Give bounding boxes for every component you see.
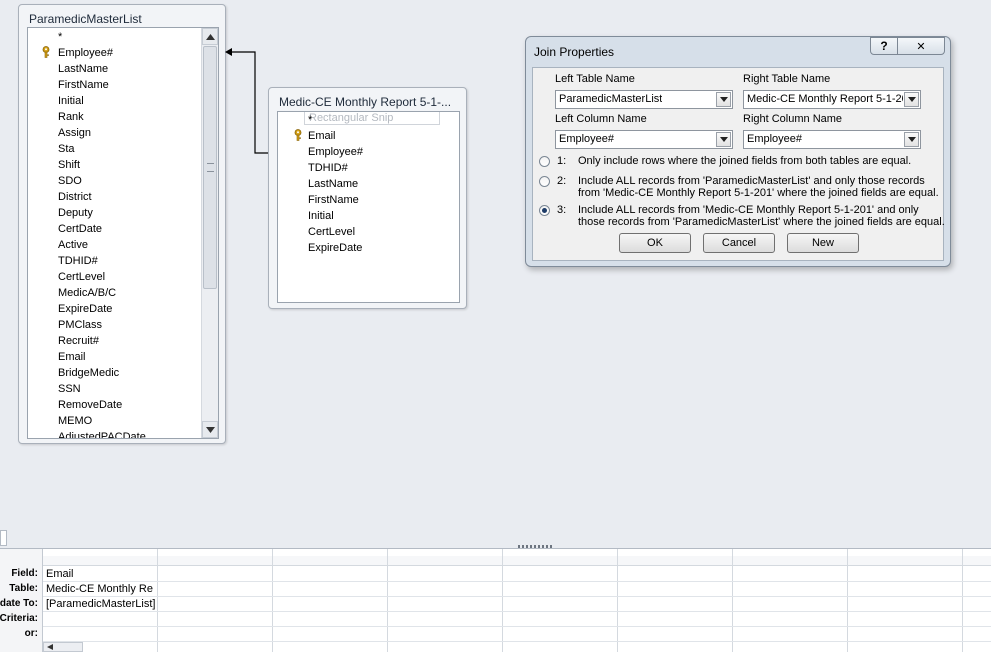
close-button[interactable]: ✕ <box>897 37 945 55</box>
grid-column-divider <box>157 549 158 652</box>
grid-row-divider <box>43 596 991 597</box>
option-text: Include ALL records from 'ParamedicMaste… <box>578 175 939 199</box>
field-list[interactable]: Rectangular Snip * Email Employee# TDHID# La… <box>277 111 460 303</box>
grid-column-divider <box>732 549 733 652</box>
grid-column-divider <box>272 549 273 652</box>
left-column-select[interactable]: Employee# <box>555 130 733 149</box>
dropdown-arrow-icon[interactable] <box>904 92 919 107</box>
row-label-column: Field: Table: date To: Criteria: or: <box>0 549 43 652</box>
right-table-label: Right Table Name <box>743 73 831 85</box>
dialog-title: Join Properties <box>534 45 615 59</box>
grid-row-divider <box>43 581 991 582</box>
dropdown-arrow-icon[interactable] <box>716 92 731 107</box>
field-item[interactable]: Employee# <box>308 144 363 160</box>
field-item[interactable]: LastName <box>308 176 358 192</box>
row-label-criteria: Criteria: <box>0 613 38 624</box>
dropdown-arrow-icon[interactable] <box>716 132 731 147</box>
grid-table-cell[interactable]: Medic-CE Monthly Re <box>46 583 156 595</box>
row-label-table: Table: <box>9 583 38 594</box>
right-column-label: Right Column Name <box>743 113 843 125</box>
join-properties-dialog: Join Properties ? ✕ Left Table Name Righ… <box>525 36 951 267</box>
help-icon: ? <box>880 39 888 53</box>
table-medic-ce-monthly-report[interactable]: Medic-CE Monthly Report 5-1-... Rectangu… <box>268 87 467 309</box>
right-column-select[interactable]: Employee# <box>743 130 921 149</box>
snip-ghost-text: Rectangular Snip <box>304 112 440 125</box>
option-number: 1: <box>557 155 567 167</box>
row-label-field: Field: <box>11 568 38 579</box>
table-title: Medic-CE Monthly Report 5-1-... <box>279 95 452 109</box>
grid-column-divider <box>387 549 388 652</box>
primary-key-icon <box>293 129 303 141</box>
combo-value: Medic-CE Monthly Report 5-1-20 <box>747 93 903 105</box>
left-table-select[interactable]: ParamedicMasterList <box>555 90 733 109</box>
grid-field-cell[interactable]: Email <box>46 568 156 580</box>
cancel-button[interactable]: Cancel <box>703 233 775 253</box>
hscroll-stub[interactable] <box>0 530 7 546</box>
grid-row-divider <box>43 611 991 612</box>
grid-update-to-cell[interactable]: [ParamedicMasterList] <box>46 598 156 610</box>
field-item[interactable]: Email <box>308 128 336 144</box>
join-option-1-radio[interactable] <box>539 156 550 167</box>
grid-column-divider <box>962 549 963 652</box>
option-text: Only include rows where the joined field… <box>578 155 912 167</box>
option-number: 2: <box>557 175 567 187</box>
ok-button[interactable]: OK <box>619 233 691 253</box>
grid-column-divider <box>502 549 503 652</box>
join-option-3-radio[interactable] <box>539 205 550 216</box>
grid-column-divider <box>617 549 618 652</box>
row-label-update-to: date To: <box>0 598 38 609</box>
combo-value: Employee# <box>747 133 803 145</box>
grid-row-divider <box>43 626 991 627</box>
column-selector-bar[interactable] <box>43 556 991 566</box>
help-button[interactable]: ? <box>870 37 898 55</box>
dialog-body: Left Table Name Right Table Name Paramed… <box>532 67 945 261</box>
arrow-left-icon <box>47 644 53 650</box>
join-option-2-radio[interactable] <box>539 176 550 187</box>
row-label-or: or: <box>24 628 38 639</box>
field-item[interactable]: FirstName <box>308 192 359 208</box>
all-fields-item[interactable]: * <box>308 112 312 128</box>
new-button[interactable]: New <box>787 233 859 253</box>
field-item[interactable]: TDHID# <box>308 160 348 176</box>
option-number: 3: <box>557 204 567 216</box>
field-item[interactable]: ExpireDate <box>308 240 362 256</box>
right-table-select[interactable]: Medic-CE Monthly Report 5-1-20 <box>743 90 921 109</box>
combo-value: Employee# <box>559 133 615 145</box>
field-item[interactable]: Initial <box>308 208 334 224</box>
grid-row-divider <box>43 641 991 642</box>
option-text: Include ALL records from 'Medic-CE Month… <box>578 204 945 228</box>
grid-column-divider <box>847 549 848 652</box>
dropdown-arrow-icon[interactable] <box>904 132 919 147</box>
field-item[interactable]: CertLevel <box>308 224 355 240</box>
query-design-grid[interactable]: Field: Table: date To: Criteria: or: Ema… <box>0 548 991 652</box>
close-icon: ✕ <box>916 40 926 53</box>
left-table-label: Left Table Name <box>555 73 635 85</box>
pane-splitter[interactable] <box>0 530 991 548</box>
combo-value: ParamedicMasterList <box>559 93 663 105</box>
left-column-label: Left Column Name <box>555 113 647 125</box>
